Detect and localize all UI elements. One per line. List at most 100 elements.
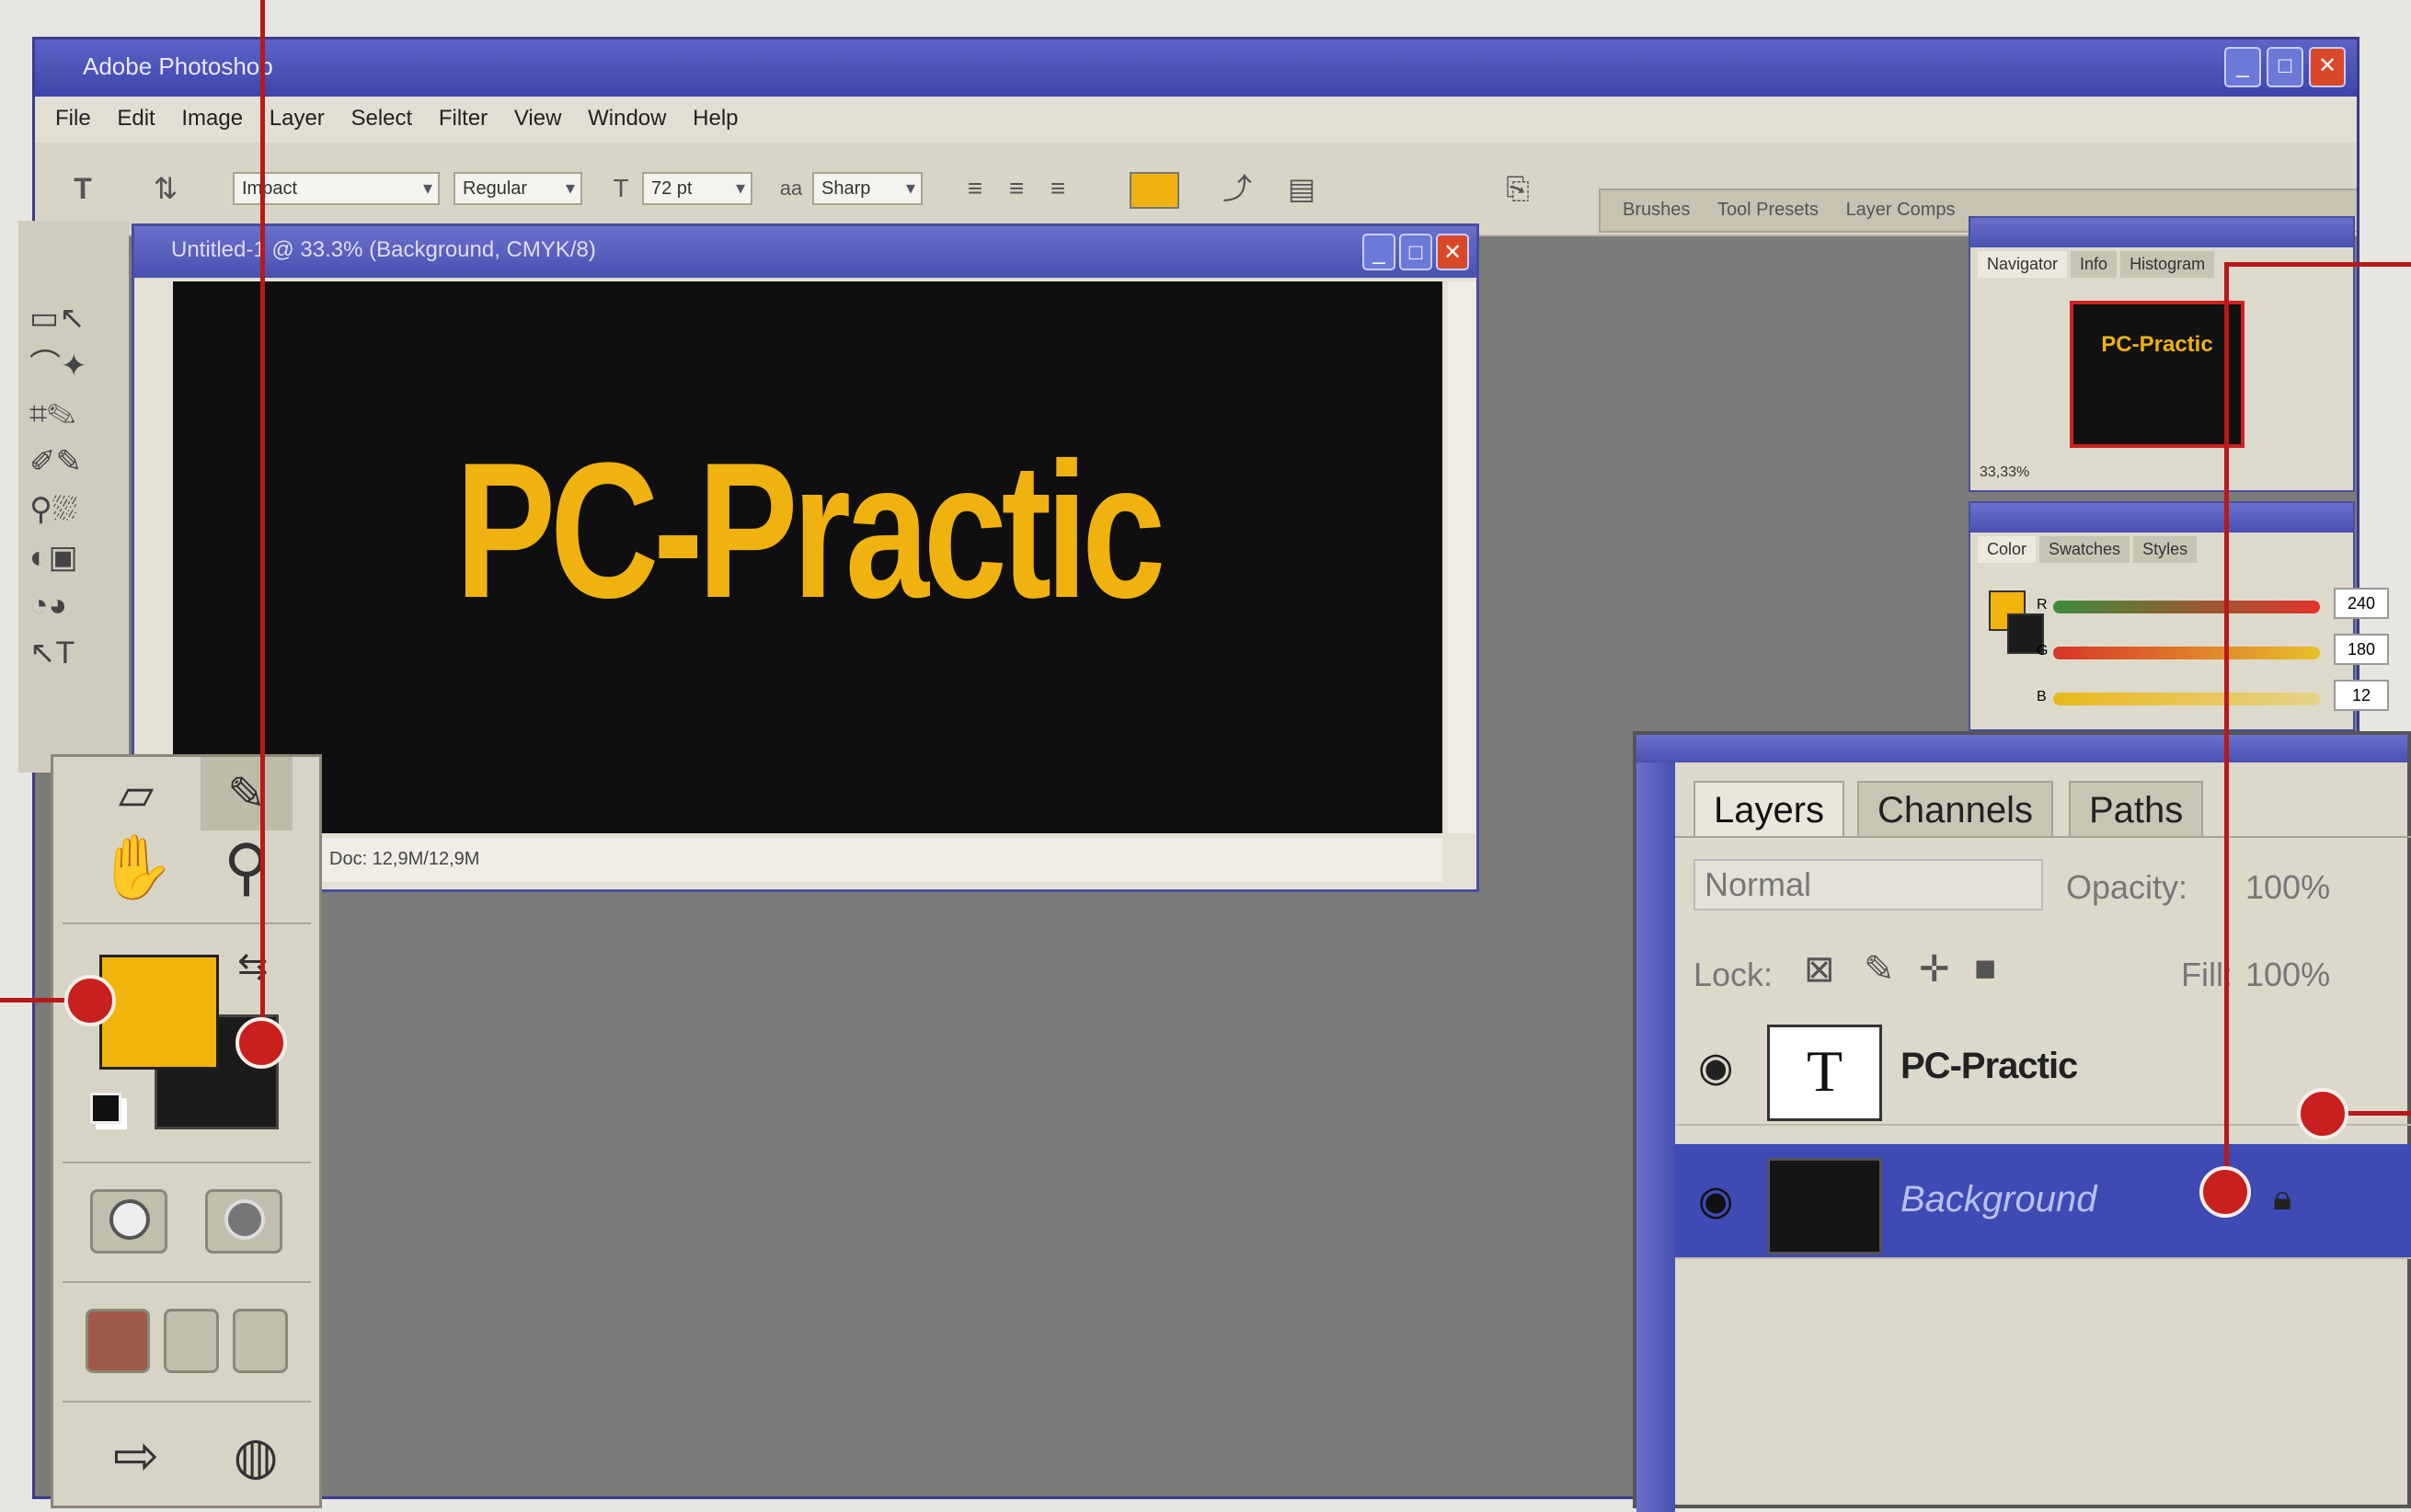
align-right-icon[interactable]: ≡ xyxy=(1038,168,1078,209)
full-screen-mode-button[interactable] xyxy=(233,1309,288,1373)
channel-r-label: R xyxy=(2037,597,2048,613)
doc-close-button[interactable]: ✕ xyxy=(1436,234,1469,270)
separator xyxy=(63,1401,311,1403)
channel-r-value[interactable]: 240 xyxy=(2334,588,2389,619)
palettes-toggle-icon[interactable]: ▤ xyxy=(1281,168,1322,209)
opacity-value[interactable]: 100% xyxy=(2245,868,2330,907)
warp-text-icon[interactable]: ⤴ xyxy=(1217,168,1257,209)
document-window: Untitled-1 @ 33.3% (Background, CMYK/8) … xyxy=(132,223,1479,892)
file-browser-icon[interactable]: ⎘ xyxy=(1498,168,1538,209)
document-title: Untitled-1 @ 33.3% (Background, CMYK/8) xyxy=(171,237,596,262)
vertical-scrollbar[interactable] xyxy=(1448,281,1475,833)
callout-dot xyxy=(2199,1166,2251,1218)
doc-minimize-button[interactable]: _ xyxy=(1362,234,1395,270)
menu-window[interactable]: Window xyxy=(588,106,666,132)
callout-line xyxy=(2224,262,2411,267)
canvas[interactable]: PC-Practic xyxy=(173,281,1442,833)
status-bar: Doc: 12,9M/12,9M xyxy=(173,838,1442,882)
eye-icon[interactable]: ◉ xyxy=(1698,1177,1733,1224)
channel-g-value[interactable]: 180 xyxy=(2334,634,2389,665)
layer-name[interactable]: Background xyxy=(1900,1179,2096,1220)
imageready-icon[interactable]: ◍ xyxy=(210,1419,302,1493)
well-tab-tool-presets[interactable]: Tool Presets xyxy=(1717,200,1819,221)
menu-file[interactable]: File xyxy=(55,106,91,132)
tab-styles[interactable]: Styles xyxy=(2133,536,2198,563)
quick-mask-button[interactable] xyxy=(205,1189,282,1254)
pen-tool-icon[interactable]: ✎ xyxy=(201,757,293,830)
align-left-icon[interactable]: ≡ xyxy=(955,168,995,209)
close-button[interactable]: ✕ xyxy=(2309,47,2346,87)
lock-pixels-icon[interactable]: ✎ xyxy=(1864,948,1895,991)
tab-info[interactable]: Info xyxy=(2071,251,2118,278)
callout-dot xyxy=(64,975,116,1026)
navigator-tabs: Navigator Info Histogram xyxy=(1978,251,2218,278)
text-orientation-icon[interactable]: ⇅ xyxy=(145,168,186,209)
navigator-panel: Navigator Info Histogram PC-Practic 33,33% xyxy=(1969,216,2355,492)
antialias-select[interactable]: Sharp xyxy=(812,172,923,205)
navigator-zoom[interactable]: 33,33% xyxy=(1980,464,2029,481)
color-tabs: Color Swatches Styles xyxy=(1978,536,2200,563)
tab-layers[interactable]: Layers xyxy=(1693,781,1845,836)
channel-r-slider[interactable] xyxy=(2053,601,2320,613)
menu-layer[interactable]: Layer xyxy=(270,106,325,132)
eye-icon[interactable]: ◉ xyxy=(1698,1044,1733,1091)
type-tool-preset-button[interactable]: T xyxy=(63,168,103,209)
menu-select[interactable]: Select xyxy=(350,106,412,132)
tab-navigator[interactable]: Navigator xyxy=(1978,251,2068,278)
full-screen-menu-mode-button[interactable] xyxy=(164,1309,219,1373)
menu-help[interactable]: Help xyxy=(693,106,738,132)
separator xyxy=(63,1162,311,1163)
channel-b-slider[interactable] xyxy=(2053,693,2320,705)
well-tab-brushes[interactable]: Brushes xyxy=(1623,200,1690,221)
text-color-swatch[interactable] xyxy=(1130,172,1179,209)
panel-title-bar xyxy=(1970,218,2353,247)
align-center-icon[interactable]: ≡ xyxy=(996,168,1037,209)
lock-transparency-icon[interactable]: ⊠ xyxy=(1804,948,1835,991)
tab-paths[interactable]: Paths xyxy=(2069,781,2204,836)
doc-size-status: Doc: 12,9M/12,9M xyxy=(329,849,480,869)
foreground-color-swatch[interactable] xyxy=(99,955,219,1070)
maximize-button[interactable]: □ xyxy=(2267,47,2303,87)
standard-screen-mode-button[interactable] xyxy=(86,1309,150,1373)
standard-mode-button[interactable] xyxy=(90,1189,167,1254)
channel-g-slider[interactable] xyxy=(2053,647,2320,659)
lock-row: Lock: ⊠ ✎ ✛ ■ Fill: 100% xyxy=(1675,946,2411,1002)
fill-value[interactable]: 100% xyxy=(2245,956,2330,994)
minimize-button[interactable]: _ xyxy=(2224,47,2261,87)
font-size-select[interactable]: 72 pt xyxy=(642,172,752,205)
channel-g-label: G xyxy=(2037,643,2049,659)
well-tab-layer-comps[interactable]: Layer Comps xyxy=(1846,200,1956,221)
tab-channels[interactable]: Channels xyxy=(1857,781,2054,836)
separator xyxy=(63,1281,311,1283)
tools-palette: ▭↖ ⌒✦ ⌗✎ ✐✎ ⚲⛆ ◐▣ ◔◕ ↖T xyxy=(18,221,129,773)
layer-thumbnail-type: T xyxy=(1767,1025,1882,1121)
zoom-tool-icon[interactable]: ⚲ xyxy=(201,830,293,904)
menu-edit[interactable]: Edit xyxy=(117,106,155,132)
tool-icons-column[interactable]: ▭↖ ⌒✦ ⌗✎ ✐✎ ⚲⛆ ◐▣ ◔◕ ↖T xyxy=(29,294,87,677)
navigator-thumbnail[interactable]: PC-Practic xyxy=(2070,301,2245,448)
menu-image[interactable]: Image xyxy=(181,106,243,132)
navigator-thumb-text: PC-Practic xyxy=(2101,332,2213,357)
jump-to-imageready-icon[interactable]: ⇨ xyxy=(72,1419,201,1493)
tab-swatches[interactable]: Swatches xyxy=(2039,536,2130,563)
font-style-select[interactable]: Regular xyxy=(453,172,582,205)
tab-underline xyxy=(1675,836,2411,838)
tab-histogram[interactable]: Histogram xyxy=(2120,251,2215,278)
tab-color[interactable]: Color xyxy=(1978,536,2037,563)
blend-mode-select[interactable]: Normal xyxy=(1693,859,2043,911)
lock-position-icon[interactable]: ✛ xyxy=(1919,948,1950,991)
layer-row-background[interactable]: ◉ Background 🔒︎ xyxy=(1675,1144,2411,1259)
layer-name[interactable]: PC-Practic xyxy=(1900,1046,2078,1087)
menu-filter[interactable]: Filter xyxy=(439,106,488,132)
hand-tool-icon[interactable]: ✋ xyxy=(90,830,182,904)
lock-all-icon[interactable]: ■ xyxy=(1974,948,1996,990)
channel-b-value[interactable]: 12 xyxy=(2334,680,2389,711)
shape-tool-icon[interactable]: ▱ xyxy=(90,757,182,830)
title-bar: Adobe Photoshop _ □ ✕ xyxy=(35,40,2357,97)
panel-title-bar xyxy=(1636,735,2407,762)
menu-view[interactable]: View xyxy=(514,106,562,132)
doc-maximize-button[interactable]: □ xyxy=(1399,234,1432,270)
lock-label: Lock: xyxy=(1693,956,1774,993)
default-colors-icon[interactable] xyxy=(90,1093,121,1124)
layer-thumbnail-background xyxy=(1767,1158,1882,1254)
